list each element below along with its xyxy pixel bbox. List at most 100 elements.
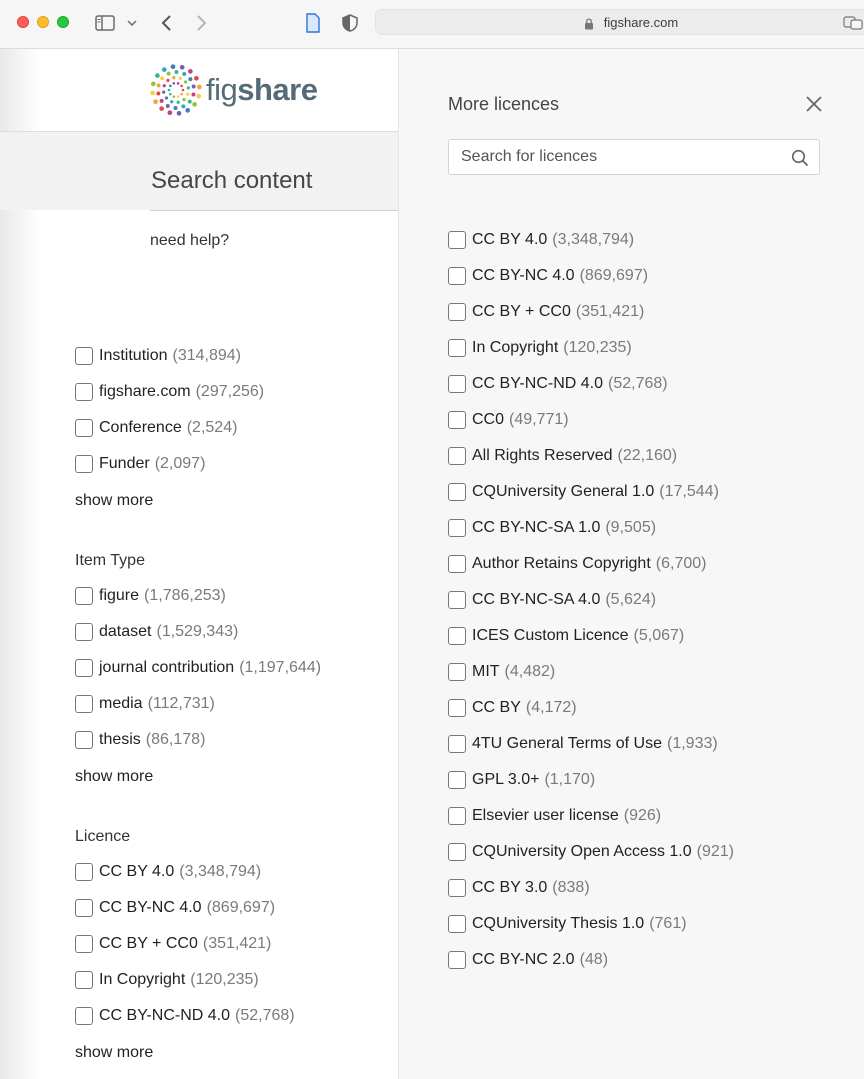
- licence-search-field[interactable]: [448, 139, 820, 175]
- licence-option[interactable]: Author Retains Copyright (6,700): [448, 554, 706, 574]
- checkbox[interactable]: [75, 659, 93, 677]
- checkbox[interactable]: [448, 807, 466, 825]
- filter-label: journal contribution: [99, 659, 235, 676]
- licence-option[interactable]: CC0 (49,771): [448, 410, 569, 430]
- checkbox[interactable]: [448, 339, 466, 357]
- filter-source-conference[interactable]: Conference (2,524): [75, 418, 237, 438]
- minimize-window-button[interactable]: [37, 16, 49, 28]
- page-icon[interactable]: [304, 12, 322, 34]
- licence-option[interactable]: CC BY 4.0 (3,348,794): [448, 230, 634, 250]
- checkbox[interactable]: [448, 663, 466, 681]
- checkbox[interactable]: [448, 879, 466, 897]
- licence-option[interactable]: GPL 3.0+ (1,170): [448, 770, 595, 790]
- licence-label: ICES Custom Licence: [472, 627, 629, 644]
- filter-item-type[interactable]: thesis (86,178): [75, 730, 205, 750]
- checkbox[interactable]: [448, 555, 466, 573]
- licence-label: CC BY 4.0: [472, 231, 548, 248]
- filter-label: CC BY-NC 4.0: [99, 899, 202, 916]
- back-icon[interactable]: [158, 12, 174, 34]
- licence-option[interactable]: CC BY-NC-SA 4.0 (5,624): [448, 590, 656, 610]
- checkbox[interactable]: [75, 863, 93, 881]
- licence-option[interactable]: CC BY-NC-ND 4.0 (52,768): [448, 374, 668, 394]
- checkbox[interactable]: [75, 899, 93, 917]
- licence-count: (351,421): [575, 303, 645, 320]
- licence-option[interactable]: Elsevier user license (926): [448, 806, 661, 826]
- filter-licence[interactable]: CC BY-NC 4.0 (869,697): [75, 898, 275, 918]
- checkbox[interactable]: [448, 591, 466, 609]
- checkbox[interactable]: [75, 935, 93, 953]
- licence-option[interactable]: 4TU General Terms of Use (1,933): [448, 734, 718, 754]
- checkbox[interactable]: [75, 383, 93, 401]
- licence-option[interactable]: CC BY + CC0 (351,421): [448, 302, 644, 322]
- licence-option[interactable]: CQUniversity Thesis 1.0 (761): [448, 914, 687, 934]
- checkbox[interactable]: [448, 771, 466, 789]
- checkbox[interactable]: [448, 699, 466, 717]
- licence-search-input[interactable]: [461, 148, 781, 166]
- checkbox[interactable]: [448, 447, 466, 465]
- checkbox[interactable]: [448, 303, 466, 321]
- checkbox[interactable]: [75, 347, 93, 365]
- licence-option[interactable]: CC BY (4,172): [448, 698, 577, 718]
- shield-icon[interactable]: [341, 12, 359, 34]
- licence-label: CC BY-NC-SA 1.0: [472, 519, 601, 536]
- filter-item-type[interactable]: figure (1,786,253): [75, 586, 226, 606]
- checkbox[interactable]: [448, 231, 466, 249]
- checkbox[interactable]: [75, 695, 93, 713]
- licence-count: (6,700): [655, 555, 707, 572]
- checkbox[interactable]: [448, 951, 466, 969]
- checkbox[interactable]: [448, 411, 466, 429]
- show-more-licence[interactable]: show more: [75, 1044, 153, 1062]
- filter-item-type[interactable]: media (112,731): [75, 694, 215, 714]
- filter-source-figshare[interactable]: figshare.com (297,256): [75, 382, 264, 402]
- search-icon[interactable]: [791, 149, 809, 167]
- filter-source-funder[interactable]: Funder (2,097): [75, 454, 205, 474]
- licence-option[interactable]: CQUniversity Open Access 1.0 (921): [448, 842, 734, 862]
- zoom-window-button[interactable]: [57, 16, 69, 28]
- figshare-logo[interactable]: figshare: [150, 64, 318, 116]
- filter-item-type[interactable]: dataset (1,529,343): [75, 622, 238, 642]
- filter-licence[interactable]: CC BY 4.0 (3,348,794): [75, 862, 261, 882]
- filter-licence[interactable]: CC BY-NC-ND 4.0 (52,768): [75, 1006, 295, 1026]
- filter-source-institution[interactable]: Institution (314,894): [75, 346, 241, 366]
- sidebar-toggle-icon[interactable]: [94, 12, 116, 34]
- checkbox[interactable]: [448, 843, 466, 861]
- checkbox[interactable]: [75, 731, 93, 749]
- licence-option[interactable]: CC BY-NC 4.0 (869,697): [448, 266, 648, 286]
- licence-option[interactable]: All Rights Reserved (22,160): [448, 446, 677, 466]
- filter-count: (3,348,794): [179, 863, 262, 880]
- licence-option[interactable]: ICES Custom Licence (5,067): [448, 626, 684, 646]
- checkbox[interactable]: [75, 1007, 93, 1025]
- filter-label: figure: [99, 587, 140, 604]
- checkbox[interactable]: [448, 267, 466, 285]
- checkbox[interactable]: [75, 971, 93, 989]
- translate-icon[interactable]: [842, 12, 864, 34]
- licence-option[interactable]: CC BY-NC-SA 1.0 (9,505): [448, 518, 656, 538]
- checkbox[interactable]: [75, 587, 93, 605]
- checkbox[interactable]: [75, 623, 93, 641]
- checkbox[interactable]: [448, 627, 466, 645]
- licence-count: (17,544): [659, 483, 719, 500]
- chevron-down-icon[interactable]: [126, 12, 138, 34]
- show-more-source[interactable]: show more: [75, 492, 153, 510]
- address-bar[interactable]: figshare.com: [375, 9, 864, 35]
- filter-licence[interactable]: In Copyright (120,235): [75, 970, 259, 990]
- licence-option[interactable]: In Copyright (120,235): [448, 338, 632, 358]
- licence-option[interactable]: CC BY-NC 2.0 (48): [448, 950, 608, 970]
- close-icon[interactable]: [804, 94, 824, 114]
- checkbox[interactable]: [448, 915, 466, 933]
- checkbox[interactable]: [448, 375, 466, 393]
- checkbox[interactable]: [75, 455, 93, 473]
- checkbox[interactable]: [448, 519, 466, 537]
- filter-item-type[interactable]: journal contribution (1,197,644): [75, 658, 321, 678]
- need-help-link[interactable]: need help?: [150, 232, 229, 250]
- checkbox[interactable]: [448, 735, 466, 753]
- show-more-item-type[interactable]: show more: [75, 768, 153, 786]
- checkbox[interactable]: [75, 419, 93, 437]
- filter-licence[interactable]: CC BY + CC0 (351,421): [75, 934, 271, 954]
- forward-icon[interactable]: [194, 12, 210, 34]
- checkbox[interactable]: [448, 483, 466, 501]
- licence-option[interactable]: CC BY 3.0 (838): [448, 878, 590, 898]
- close-window-button[interactable]: [17, 16, 29, 28]
- licence-option[interactable]: MIT (4,482): [448, 662, 555, 682]
- licence-option[interactable]: CQUniversity General 1.0 (17,544): [448, 482, 719, 502]
